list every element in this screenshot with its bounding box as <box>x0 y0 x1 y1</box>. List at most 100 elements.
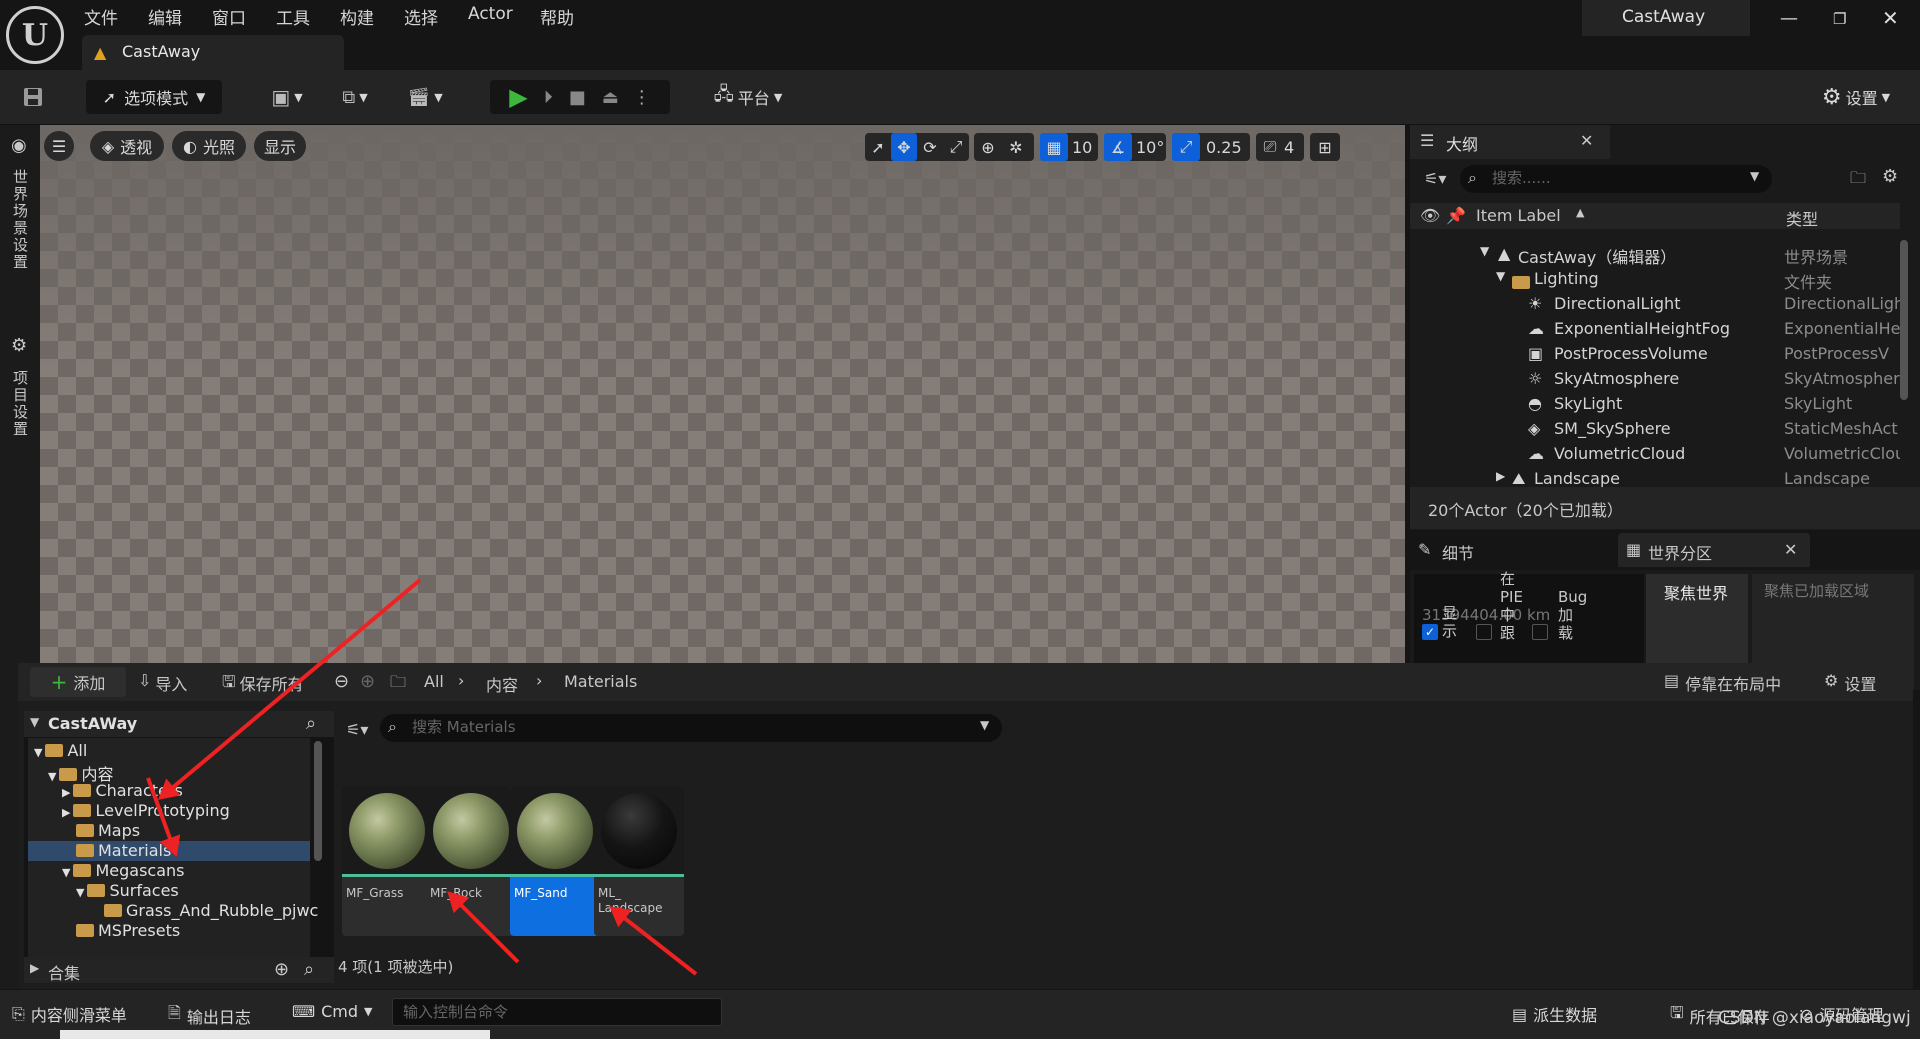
move-icon[interactable]: ✥ <box>891 133 917 161</box>
expand-icon[interactable]: ▶ <box>30 961 39 975</box>
blueprint-button[interactable]: ⧉ ▼ <box>332 80 378 114</box>
unreal-logo-icon[interactable]: U <box>6 6 64 64</box>
new-folder-icon[interactable]: 🗀 <box>1850 167 1866 194</box>
filter-icon[interactable]: ⚟▾ <box>1424 169 1446 188</box>
tree-row[interactable]: ◈ SM_SkySphere StaticMeshAct <box>1410 417 1910 442</box>
pin-icon[interactable]: 📌 <box>1446 206 1466 225</box>
search-icon[interactable]: ⌕ <box>306 713 316 734</box>
cb-settings-button[interactable]: ⚙ 设置 <box>1824 671 1876 695</box>
minimize-icon[interactable]: — <box>1780 8 1798 29</box>
settings-dropdown[interactable]: ⚙ 设置 ▼ <box>1812 80 1900 114</box>
cinematics-button[interactable]: 🎬︎ ▼ <box>402 80 448 114</box>
world-settings-tab[interactable]: 世界场景设置 <box>10 169 31 271</box>
project-settings-icon[interactable]: ⚙ <box>11 335 27 356</box>
world-partition-tab[interactable]: ▦ 世界分区 ✕ <box>1618 533 1810 567</box>
outliner-scrollbar[interactable] <box>1900 240 1908 400</box>
bug-checkbox[interactable] <box>1532 624 1548 640</box>
add-actor-button[interactable]: ▣ ▼ <box>264 80 310 114</box>
scale-snap-toggle[interactable]: ⤢ 0.25 <box>1172 133 1250 161</box>
perspective-button[interactable]: ◈ 透视 <box>90 131 164 161</box>
collapse-icon[interactable]: ▼ <box>30 715 39 729</box>
breadcrumb-materials[interactable]: Materials <box>564 672 637 691</box>
derived-data-button[interactable]: ▤ 派生数据 <box>1512 1002 1597 1026</box>
camera-speed-button[interactable]: ⎚ 4 <box>1256 133 1304 161</box>
tree-folder-row[interactable]: Grass_And_Rubble_pjwc <box>28 901 318 921</box>
add-collection-icon[interactable]: ⊕ <box>274 959 289 980</box>
tree-row[interactable]: ▼ ▲ CastAway（编辑器） 世界场景 <box>1410 242 1910 267</box>
outliner-search[interactable]: ⌕ ▼ <box>1460 165 1772 193</box>
collapse-icon[interactable]: ▼ <box>62 866 70 879</box>
item-label-column[interactable]: Item Label <box>1476 206 1561 225</box>
show-button[interactable]: 显示 <box>254 131 306 161</box>
menu-build[interactable]: 构建 <box>340 4 374 29</box>
tree-row[interactable]: ☁ ExponentialHeightFog ExponentialHe <box>1410 317 1910 342</box>
collapse-icon[interactable]: ▼ <box>76 886 84 899</box>
show-checkbox[interactable]: ✓ <box>1422 624 1438 640</box>
back-icon[interactable]: ⊖ <box>334 671 349 692</box>
dock-in-layout-button[interactable]: ▤ 停靠在布局中 <box>1664 671 1781 695</box>
close-tab-icon[interactable]: ✕ <box>1784 540 1797 559</box>
asset-tile[interactable]: MF_Sand <box>510 786 600 936</box>
asset-tile[interactable]: MF_Grass <box>342 786 432 936</box>
gear-icon[interactable]: ⚙ <box>1882 166 1898 187</box>
asset-search[interactable]: ⌕ ▼ <box>380 714 1002 742</box>
save-icon[interactable] <box>18 80 48 114</box>
more-options-icon[interactable]: ⋮ <box>633 87 651 108</box>
cmd-dropdown[interactable]: ⌨ Cmd ▼ <box>292 1002 372 1021</box>
eject-icon[interactable]: ⏏ <box>602 87 619 108</box>
lighting-button[interactable]: ◐ 光照 <box>172 131 246 161</box>
world-space-icon[interactable]: ⊕ <box>974 133 1002 161</box>
expand-icon[interactable]: ▼ <box>1496 269 1505 283</box>
play-icon[interactable]: ▶ <box>509 83 527 111</box>
viewport-menu-button[interactable]: ☰ <box>44 131 74 161</box>
tree-row[interactable]: ▼ Lighting 文件夹 <box>1410 267 1910 292</box>
outliner-tab[interactable]: ☰ 大纲 ✕ <box>1410 125 1610 159</box>
menu-window[interactable]: 窗口 <box>212 4 246 29</box>
layout-button[interactable]: ⊞ <box>1310 133 1340 161</box>
platform-dropdown[interactable]: 🖧 平台 ▼ <box>706 80 790 114</box>
tree-folder-row[interactable]: ▼ Surfaces <box>28 881 310 901</box>
tree-row[interactable]: ▣ PostProcessVolume PostProcessV <box>1410 342 1910 367</box>
menu-file[interactable]: 文件 <box>84 4 118 29</box>
content-drawer-button[interactable]: ⎘ 内容侧滑菜单 <box>12 1002 127 1026</box>
tree-folder-row[interactable]: ▼ Megascans <box>28 861 310 881</box>
tree-row[interactable]: ☀ DirectionalLight DirectionalLigh <box>1410 292 1910 317</box>
pie-checkbox[interactable] <box>1476 624 1492 640</box>
expand-icon[interactable]: ▶ <box>62 786 70 799</box>
output-log-button[interactable]: 🗎 输出日志 <box>168 1002 251 1029</box>
menu-edit[interactable]: 编辑 <box>148 4 182 29</box>
tree-scrollbar[interactable] <box>314 741 322 861</box>
tree-folder-row[interactable]: MSPresets <box>28 921 310 941</box>
menu-actor[interactable]: Actor <box>468 4 513 24</box>
import-button[interactable]: ⇩ 导入 <box>138 671 187 695</box>
add-button[interactable]: + 添加 <box>30 667 126 697</box>
expand-icon[interactable]: ▶ <box>1496 469 1505 483</box>
search-icon[interactable]: ⌕ <box>304 959 314 980</box>
menu-select[interactable]: 选择 <box>404 4 438 29</box>
outliner-search-input[interactable] <box>1490 167 1740 189</box>
expand-icon[interactable]: ▶ <box>62 806 70 819</box>
tree-row[interactable]: ◓ SkyLight SkyLight <box>1410 392 1910 417</box>
close-tab-icon[interactable]: ✕ <box>1580 131 1593 150</box>
eye-icon[interactable]: 👁 <box>1420 206 1440 225</box>
close-icon[interactable]: ✕ <box>1882 6 1899 30</box>
forward-icon[interactable]: ⊕ <box>360 671 375 692</box>
step-icon[interactable]: ⏵ <box>544 87 553 108</box>
scale-icon[interactable]: ⤢ <box>943 133 969 161</box>
select-icon[interactable]: ➚ <box>865 133 891 161</box>
tree-folder-row[interactable]: ▼ 内容 <box>28 761 310 784</box>
type-column[interactable]: 类型 <box>1786 206 1818 230</box>
console-command-input[interactable] <box>392 998 722 1026</box>
stop-icon[interactable]: ■ <box>569 87 586 108</box>
filter-icon[interactable]: ⚟▾ <box>346 720 368 739</box>
asset-search-input[interactable] <box>410 716 950 738</box>
expand-icon[interactable]: ▼ <box>1480 244 1489 258</box>
details-tab[interactable]: 细节 <box>1442 540 1474 564</box>
tree-row[interactable]: ☁ VolumetricCloud VolumetricClou <box>1410 442 1910 467</box>
breadcrumb-all[interactable]: All <box>424 672 444 691</box>
level-tab[interactable]: ▲ CastAway <box>82 35 344 70</box>
selection-mode-dropdown[interactable]: ➚ 选项模式 ▼ <box>86 80 222 114</box>
restore-icon[interactable]: ❐ <box>1833 10 1846 28</box>
menu-help[interactable]: 帮助 <box>540 4 574 29</box>
rotate-icon[interactable]: ⟳ <box>917 133 943 161</box>
